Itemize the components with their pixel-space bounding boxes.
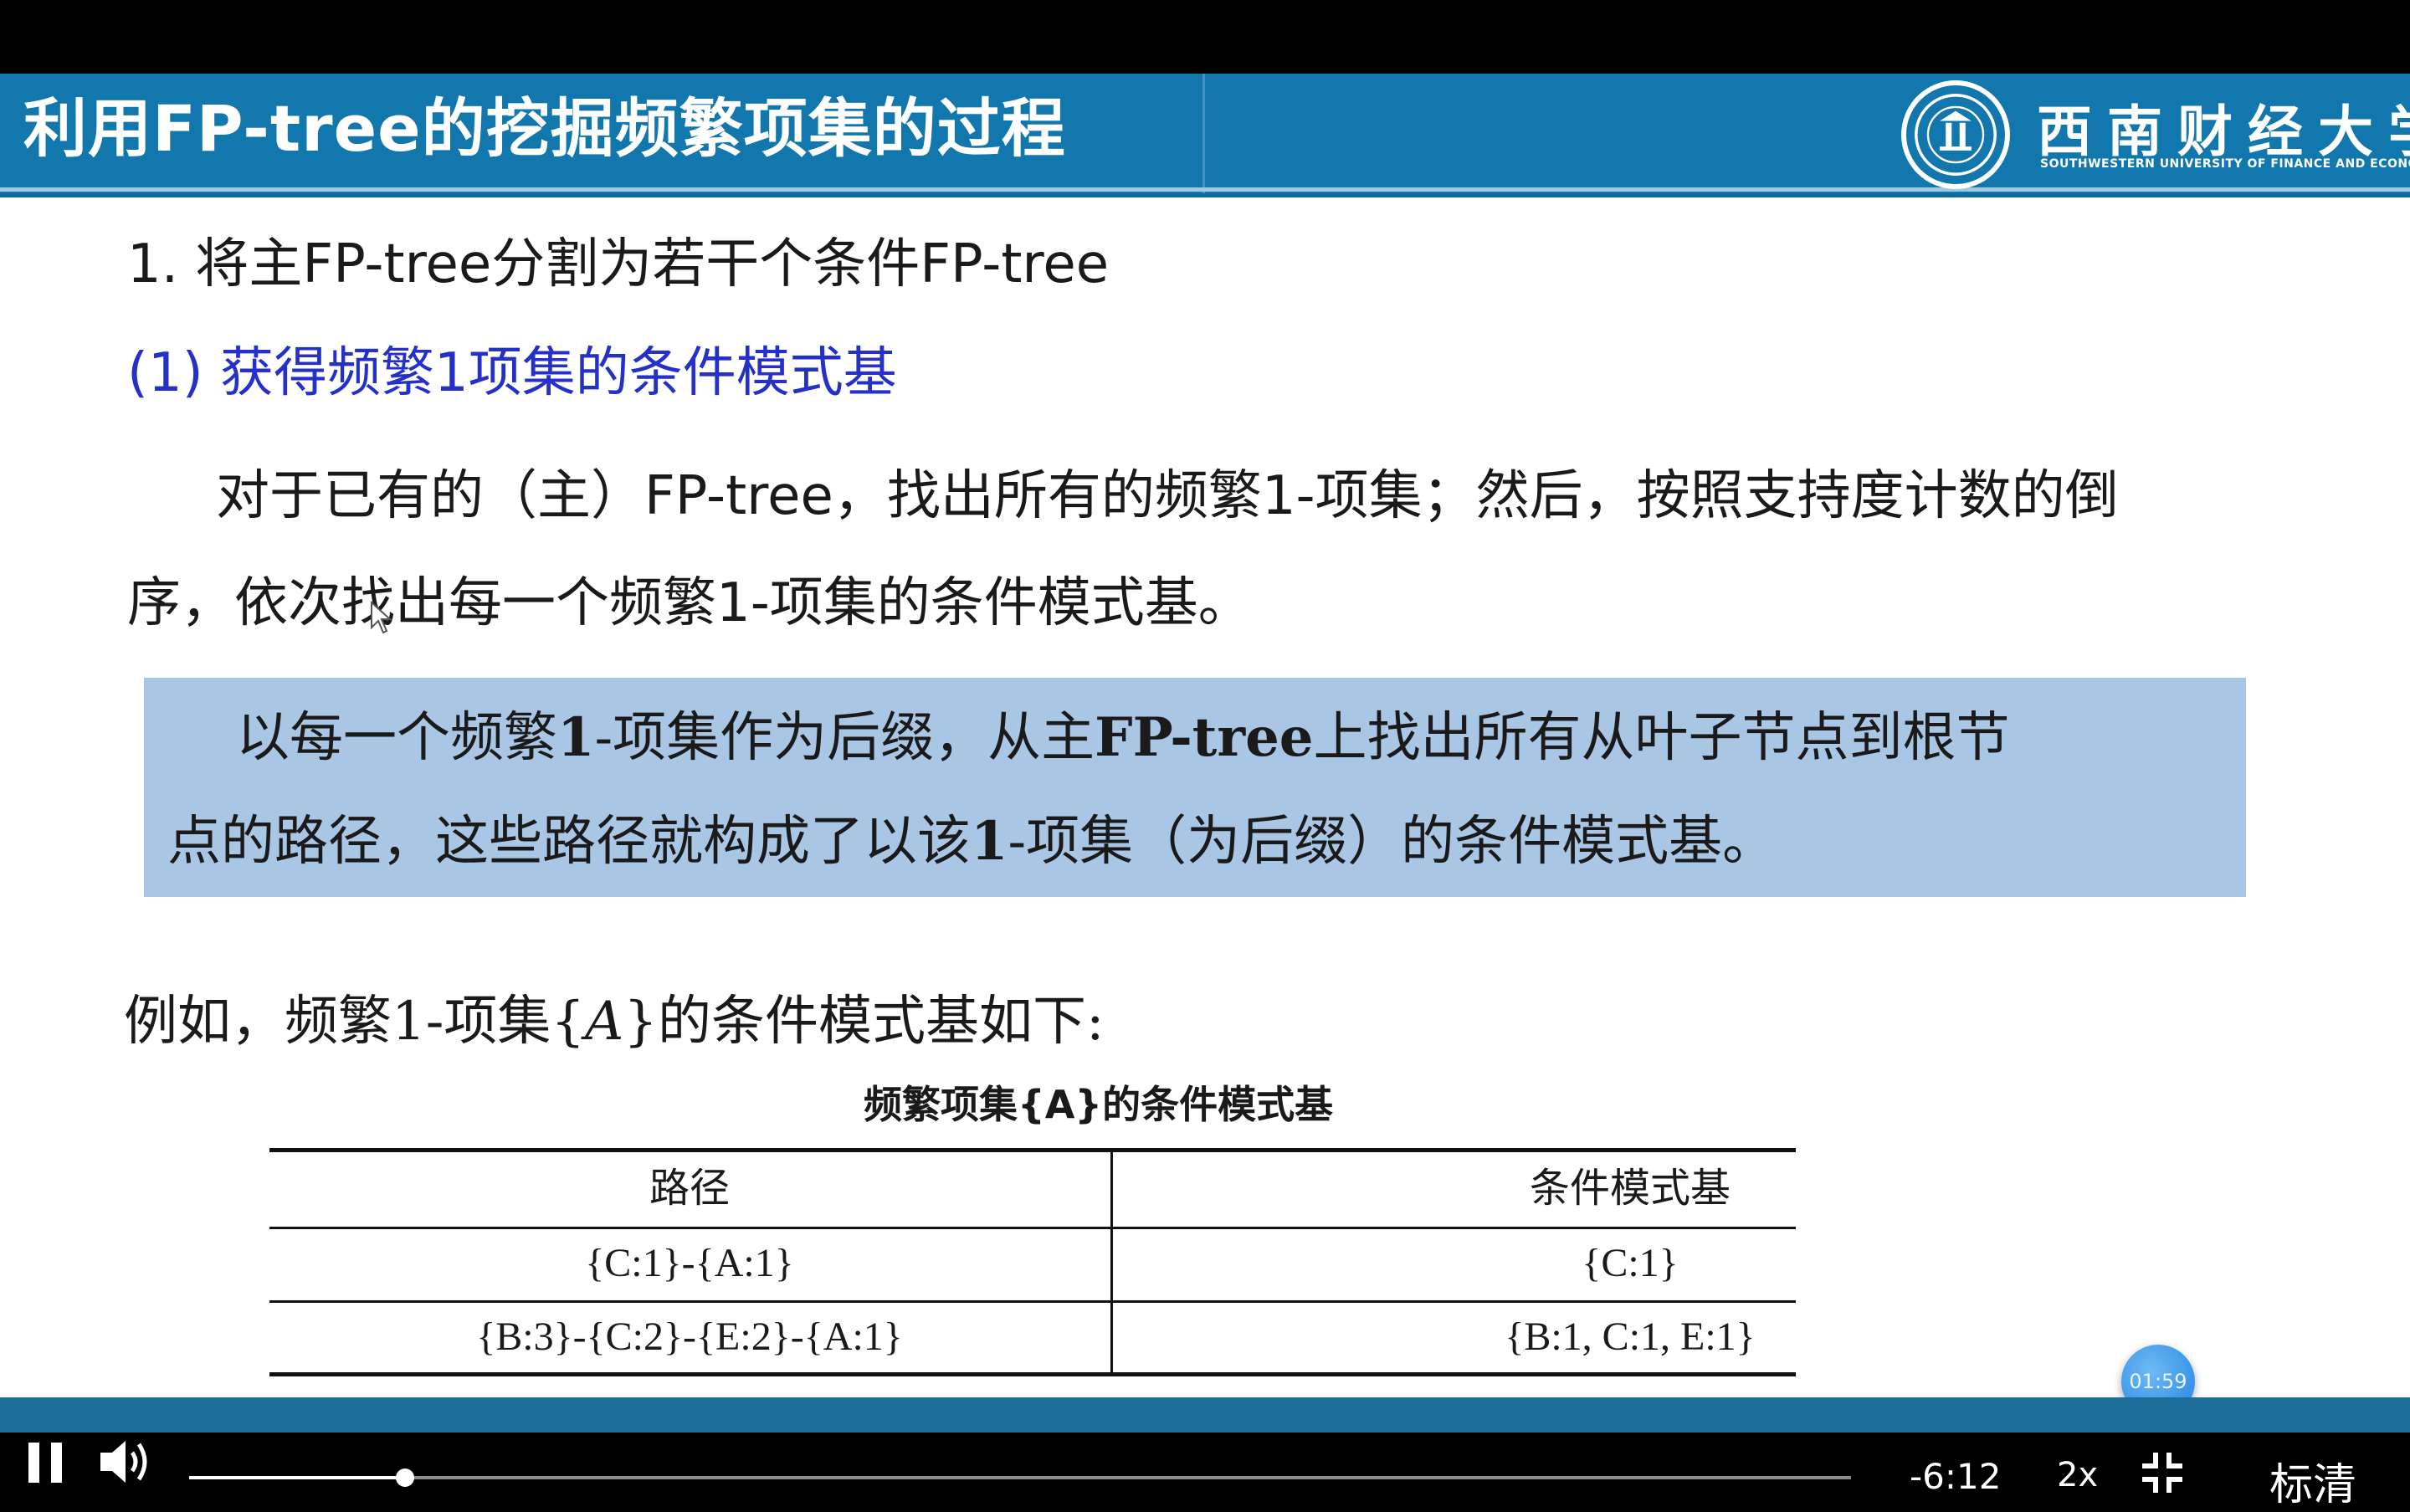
table-caption: 频繁项集{A}的条件模式基 [864,1082,1334,1127]
hl-text: -项集（为后缀）的条件模式基。 [1008,811,1777,873]
volume-icon[interactable] [95,1434,154,1489]
highlight-text-line-2: 点的路径，这些路径就构成了以该1-项集（为后缀）的条件模式基。 [167,807,1776,877]
slide-header: 利用FP-tree的挖掘频繁项集的过程 西南财经大学 SOUTHWESTERN … [0,74,2410,197]
cursor-icon [371,601,392,634]
quality-button[interactable]: 标清 [2269,1449,2356,1512]
section-heading: 1. 将主FP-tree分割为若干个条件FP-tree [127,233,1110,295]
hl-bold: 1 [971,810,1008,873]
table-cell-base: {C:1} [1582,1241,1679,1285]
table-rule-bottom [269,1372,1796,1376]
hl-text: 以每一个频繁 [236,707,557,769]
hl-text: -项集作为后缀，从主 [594,707,1095,769]
progress-knob[interactable] [396,1468,415,1487]
university-name-cn: 西南财经大学 [2037,99,2410,164]
hl-bold: 1 [557,706,595,769]
body-text-line-2: 序，依次找出每一个频繁1-项集的条件模式基。 [127,572,1252,634]
table-rule-header [269,1227,1796,1229]
table-cell-path: {C:1}-{A:1} [585,1241,794,1285]
table-cell-path: {B:3}-{C:2}-{E:2}-{A:1} [476,1315,903,1359]
control-bar-strip [0,1397,2410,1433]
fullscreen-exit-icon[interactable] [2139,1449,2186,1496]
example-item: A [585,991,624,1053]
subsection-heading: (1) 获得频繁1项集的条件模式基 [127,342,897,404]
table-rule-top [269,1148,1796,1152]
example-suffix: }的条件模式基如下: [623,991,1105,1053]
slide-title: 利用FP-tree的挖掘频繁项集的过程 [23,91,1066,166]
hl-bold: FP-tree [1095,706,1314,769]
example-prefix: 例如，频繁1-项集{ [124,991,586,1053]
body-text-line-1: 对于已有的（主）FP-tree，找出所有的频繁1-项集；然后，按照支持度计数的倒 [216,465,2119,527]
playback-speed-button[interactable]: 2x [2057,1456,2098,1494]
university-seal-icon [1901,80,2010,189]
university-name-en: SOUTHWESTERN UNIVERSITY OF FINANCE AND E… [2040,157,2410,171]
header-rule-light [0,187,2410,192]
slide: 利用FP-tree的挖掘频繁项集的过程 西南财经大学 SOUTHWESTERN … [0,74,2410,1397]
table-rule-row [269,1300,1796,1303]
progress-fill [189,1476,406,1479]
table-header-path: 路径 [649,1165,730,1212]
example-text: 例如，频繁1-项集{A}的条件模式基如下: [124,984,1105,1059]
hl-text: 点的路径，这些路径就构成了以该 [167,811,971,873]
table-header-base: 条件模式基 [1529,1165,1731,1212]
highlight-text-line-1: 以每一个频繁1-项集作为后缀，从主FP-tree上找出所有从叶子节点到根节 [236,703,2010,773]
header-rule-dark [0,193,2410,197]
table-cell-base: {B:1, C:1, E:1} [1505,1315,1756,1359]
pause-icon[interactable] [25,1439,65,1486]
header-divider [1202,74,1205,197]
hl-text: 上找出所有从叶子节点到根节 [1313,707,2010,769]
time-remaining: -6:12 [1910,1456,2002,1497]
video-top-letterbox [0,0,2410,74]
progress-bar[interactable] [189,1468,1851,1487]
player-control-bar: -6:12 2x 标清 [0,1397,2410,1510]
table-column-divider [1110,1148,1113,1376]
